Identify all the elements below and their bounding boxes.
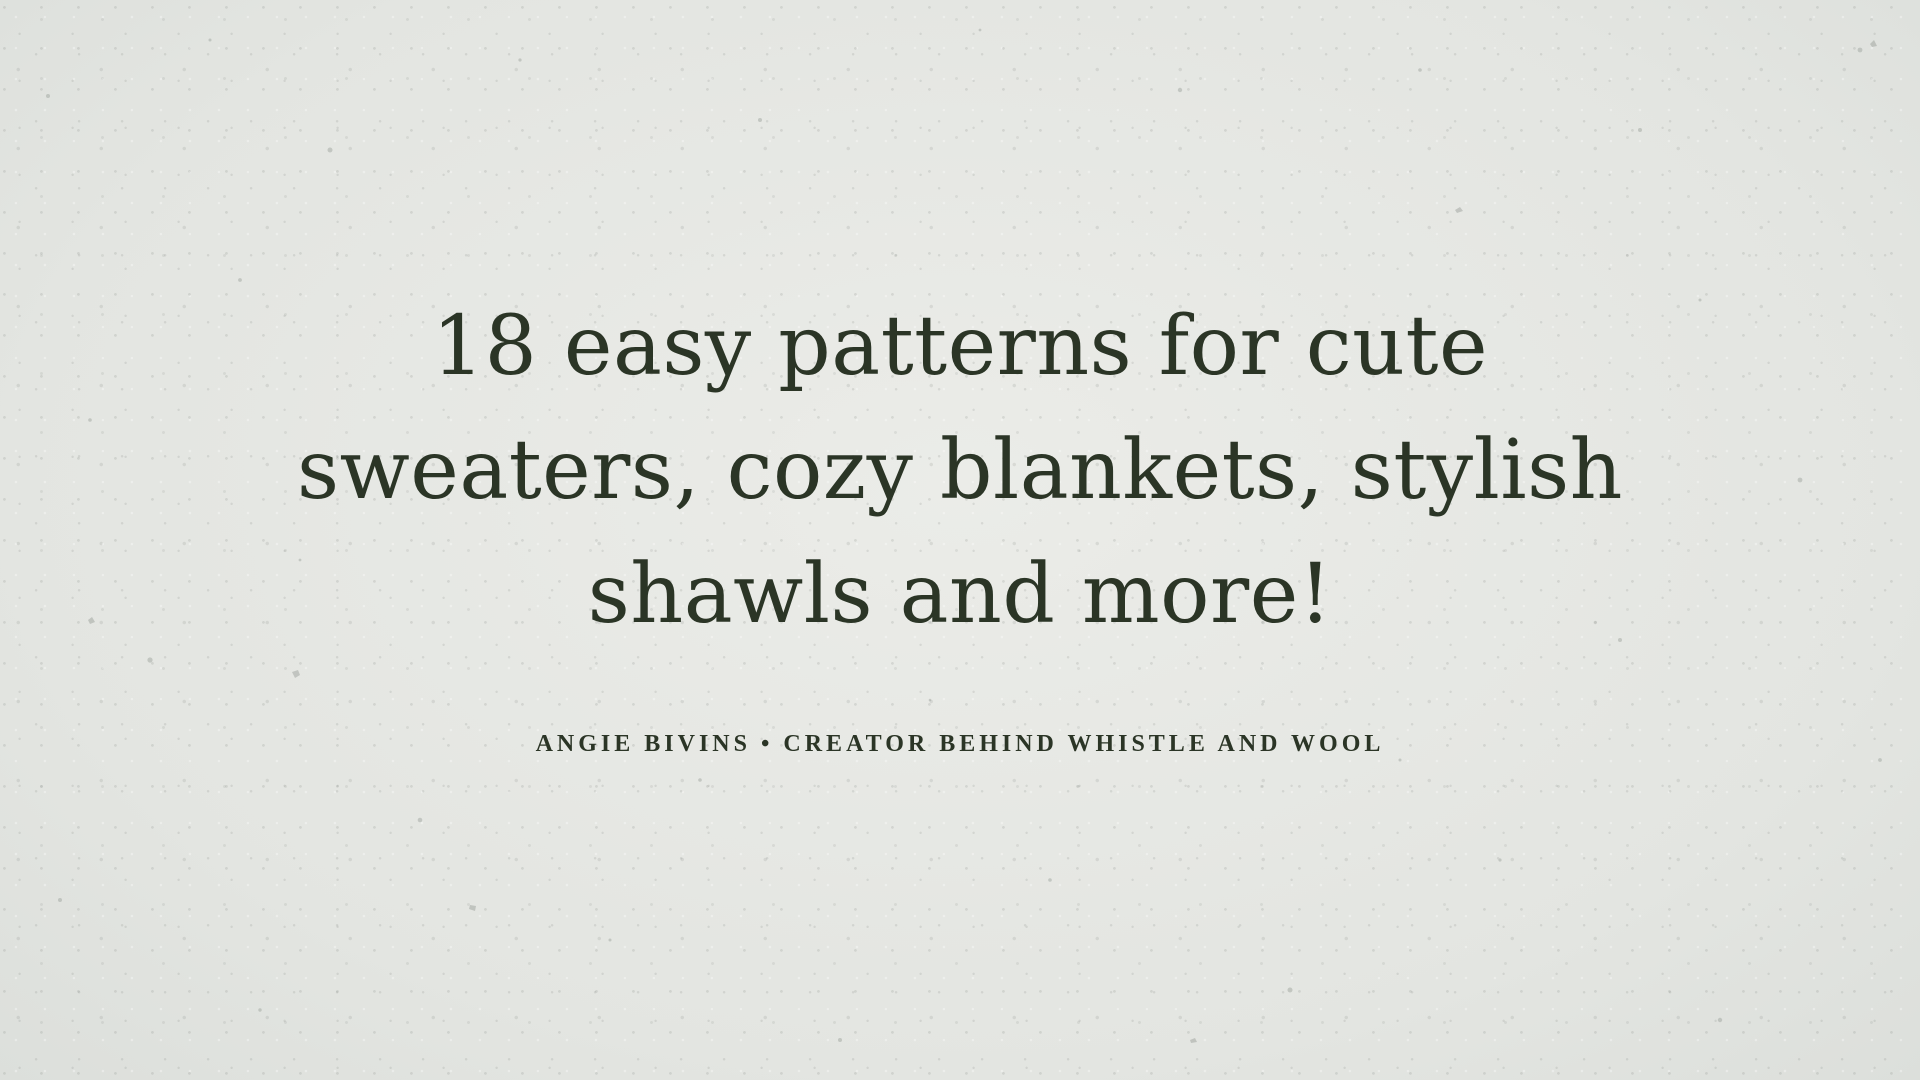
headline: 18 easy patterns for cute sweaters, cozy… bbox=[260, 285, 1660, 657]
headline-line: 18 easy patterns for cute bbox=[432, 299, 1488, 394]
byline-author: ANGIE BIVINS bbox=[535, 731, 751, 757]
headline-line: shawls and more! bbox=[587, 547, 1333, 642]
byline: ANGIE BIVINS • CREATOR BEHIND WHISTLE AND … bbox=[0, 731, 1920, 758]
headline-line: sweaters, cozy blankets, stylish bbox=[297, 423, 1623, 518]
byline-role: CREATOR BEHIND WHISTLE AND WOOL bbox=[783, 731, 1385, 757]
hero-section: 18 easy patterns for cute sweaters, cozy… bbox=[0, 285, 1920, 758]
byline-separator: • bbox=[760, 731, 774, 757]
